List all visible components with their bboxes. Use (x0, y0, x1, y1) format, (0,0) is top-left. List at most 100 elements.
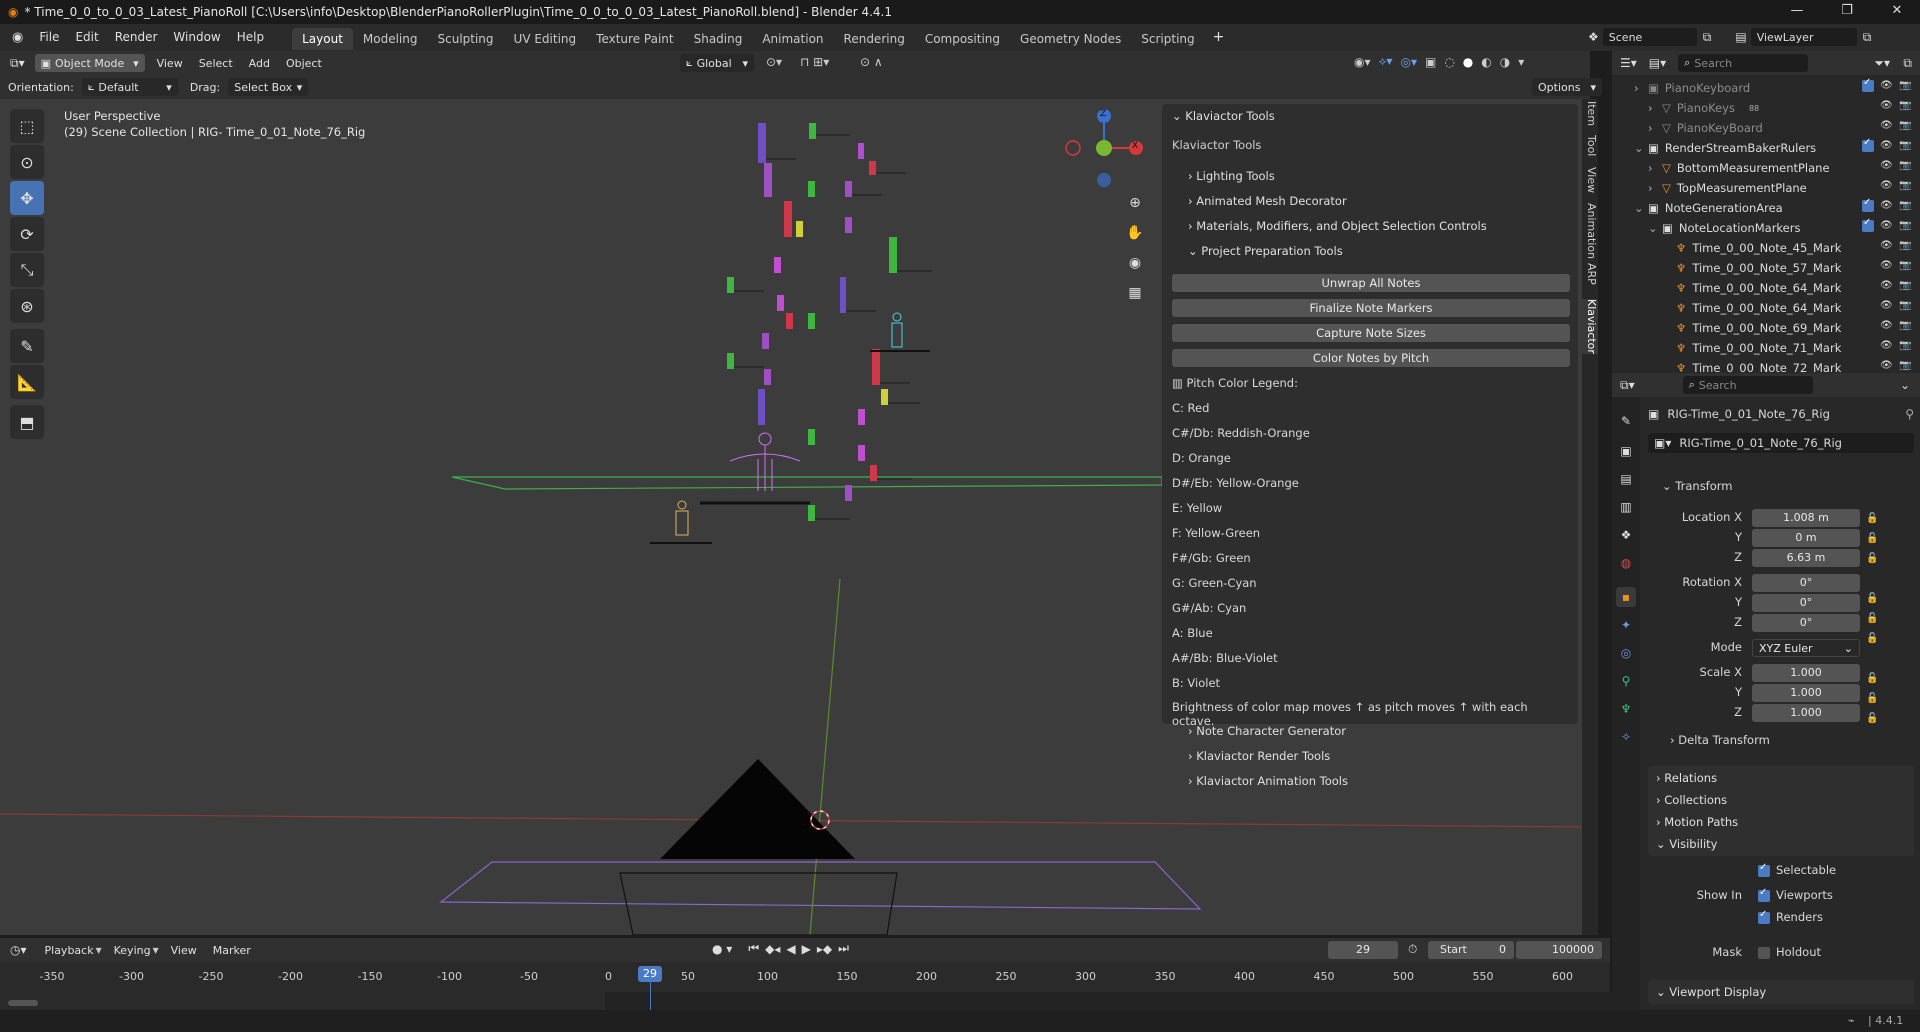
delta-transform-section[interactable]: › Delta Transform (1670, 733, 1770, 747)
expand-icon[interactable]: › (1648, 121, 1662, 135)
solid-shading-icon[interactable]: ● (1463, 55, 1473, 69)
workspace-tab-scripting[interactable]: Scripting (1131, 28, 1204, 50)
navigation-gizmo[interactable]: Z X (1064, 99, 1164, 199)
expand-icon[interactable]: › (1648, 181, 1662, 195)
workspace-tab-texture-paint[interactable]: Texture Paint (586, 28, 683, 50)
play-reverse-icon[interactable]: ◀ (786, 942, 795, 956)
expand-icon[interactable]: ⌄ (1634, 201, 1648, 215)
scene-icon[interactable]: ❖ (1588, 30, 1599, 44)
material-shading-icon[interactable]: ◐ (1481, 55, 1491, 69)
relations-section[interactable]: › Relations (1648, 766, 1914, 790)
pan-hand-icon[interactable]: ✋ (1123, 225, 1147, 255)
menu-window[interactable]: Window (165, 24, 228, 51)
section-1[interactable]: › Animated Mesh Decorator (1188, 194, 1347, 208)
bone-tab-icon[interactable]: ✧ (1616, 727, 1636, 747)
transform-orientation-dropdown[interactable]: ⟀ Global ▾ (680, 54, 754, 72)
outliner-row[interactable]: ♆ Time_0_00_Note_45_Mark 👁 📷 (1612, 238, 1920, 258)
expand-icon[interactable]: ⌄ (1648, 221, 1662, 235)
sidebar-tab-view[interactable]: View (1582, 167, 1598, 193)
jump-start-icon[interactable]: ⏮ (748, 941, 759, 956)
editor-type-icon[interactable]: ⧉▾ (0, 56, 35, 71)
play-icon[interactable]: ▶ (802, 942, 811, 956)
mode-dropdown[interactable]: ▣ Object Mode ▾ (34, 54, 145, 72)
bottom-section-1[interactable]: › Klaviactor Render Tools (1188, 749, 1330, 763)
eye-icon[interactable]: 👁 (1880, 160, 1893, 172)
timeline-menu-view[interactable]: View (163, 944, 205, 957)
workspace-tab-uv-editing[interactable]: UV Editing (504, 28, 587, 50)
blender-menu-icon[interactable]: ◉ (0, 30, 31, 45)
editor-type-icon[interactable]: ☰▾ (1612, 56, 1645, 70)
constraint-tab-icon[interactable]: ⚲ (1616, 671, 1636, 691)
gizmo-toggle-icon[interactable]: ⟡▾ (1379, 54, 1393, 69)
rotation-y-field[interactable]: 0° (1752, 594, 1860, 612)
camera-view-icon[interactable]: ◉ (1123, 255, 1147, 285)
location-z-field[interactable]: 6.63 m (1752, 549, 1860, 567)
cursor-icon[interactable]: ⊙ (10, 145, 44, 179)
rendered-shading-icon[interactable]: ◑ (1500, 55, 1510, 69)
viewport-display-section[interactable]: ⌄ Viewport Display (1648, 980, 1914, 1004)
menu-render[interactable]: Render (107, 24, 166, 51)
move-icon[interactable]: ✥ (10, 181, 44, 215)
unwrap-all-notes-button[interactable]: Unwrap All Notes (1172, 274, 1570, 292)
zoom-icon[interactable]: ⊕ (1123, 195, 1147, 225)
expand-icon[interactable]: › (1648, 101, 1662, 115)
holdout-checkbox[interactable] (1758, 947, 1770, 959)
exclude-checkbox[interactable] (1862, 77, 1874, 92)
timeline-menu-marker[interactable]: Marker (205, 944, 259, 957)
camera-icon[interactable]: 📷 (1899, 200, 1912, 212)
workspace-tab-animation[interactable]: Animation (752, 28, 833, 50)
camera-icon[interactable]: 📷 (1899, 240, 1912, 252)
eye-icon[interactable]: 👁 (1880, 80, 1893, 92)
scene-tab-icon[interactable]: ❖ (1616, 525, 1636, 545)
workspace-tab-geometry-nodes[interactable]: Geometry Nodes (1010, 28, 1131, 50)
sidebar-tab-arp[interactable]: ARP (1582, 263, 1598, 285)
sidebar-tab-item[interactable]: Item (1582, 101, 1598, 126)
view-layer-tab-icon[interactable]: ▥ (1616, 497, 1636, 517)
selectable-checkbox[interactable] (1758, 862, 1770, 877)
transform-section[interactable]: ⌄ Transform (1662, 479, 1733, 493)
eye-icon[interactable]: 👁 (1880, 100, 1893, 112)
output-tab-icon[interactable]: ▤ (1616, 469, 1636, 489)
orientation-dropdown[interactable]: ⟀ Default ▾ (81, 78, 178, 96)
auto-key-icon[interactable]: ● ▾ (712, 942, 732, 956)
view-layer-selector[interactable]: ViewLayer (1750, 28, 1857, 46)
drag-dropdown[interactable]: Select Box ▾ (228, 78, 309, 96)
camera-icon[interactable]: 📷 (1899, 120, 1912, 132)
eye-icon[interactable]: 👁 (1880, 320, 1893, 332)
menu-file[interactable]: File (31, 24, 67, 51)
world-tab-icon[interactable]: ◍ (1616, 553, 1636, 573)
timeline-menu-playback[interactable]: Playback (37, 944, 102, 957)
maximize-button[interactable]: ❐ (1824, 0, 1870, 24)
renders-checkbox[interactable] (1758, 909, 1770, 924)
jump-keyframe-forward-icon[interactable]: ▸◆ (817, 942, 832, 956)
workspace-tab-sculpting[interactable]: Sculpting (428, 28, 504, 50)
expand-icon[interactable]: › (1648, 161, 1662, 175)
new-view-layer-icon[interactable]: ⧉ (1863, 30, 1872, 45)
eye-icon[interactable]: 👁 (1880, 220, 1893, 232)
eye-icon[interactable]: 👁 (1880, 180, 1893, 192)
options-dropdown[interactable]: Options ▾ (1532, 78, 1602, 96)
filter-icon[interactable]: ⏷▾ (1874, 56, 1890, 71)
camera-icon[interactable]: 📷 (1899, 300, 1912, 312)
eye-icon[interactable]: 👁 (1880, 200, 1893, 212)
viewport-menu-select[interactable]: Select (191, 57, 241, 70)
camera-icon[interactable]: 📷 (1899, 260, 1912, 272)
section-2[interactable]: › Materials, Modifiers, and Object Selec… (1188, 219, 1487, 233)
render-tab-icon[interactable]: ▣ (1616, 441, 1636, 461)
add-workspace-button[interactable]: + (1205, 24, 1233, 51)
end-frame-field[interactable]: 100000 (1516, 941, 1602, 959)
xray-icon[interactable]: ▣ (1425, 55, 1436, 69)
transform-icon[interactable]: ⊛ (10, 289, 44, 323)
outliner-row[interactable]: ♆ Time_0_00_Note_64_Mark 👁 📷 (1612, 278, 1920, 298)
outliner-row[interactable]: ♆ Time_0_00_Note_57_Mark 👁 📷 (1612, 258, 1920, 278)
camera-icon[interactable]: 📷 (1899, 140, 1912, 152)
visibility-section[interactable]: ⌄ Visibility (1648, 832, 1914, 856)
timeline-body[interactable]: -350 -300 -250 -200 -150 -100 -50 0 50 100 150 200 2… (0, 962, 1615, 1016)
new-scene-icon[interactable]: ⧉ (1703, 30, 1712, 45)
jump-keyframe-back-icon[interactable]: ◆◂ (765, 942, 780, 956)
sidebar-tab-animation[interactable]: Animation (1582, 203, 1598, 259)
rotate-icon[interactable]: ⟳ (10, 217, 44, 251)
timeline-menu-keying[interactable]: Keying (106, 944, 159, 957)
physics-tab-icon[interactable]: ◎ (1616, 643, 1636, 663)
viewport-menu-add[interactable]: Add (241, 57, 278, 70)
